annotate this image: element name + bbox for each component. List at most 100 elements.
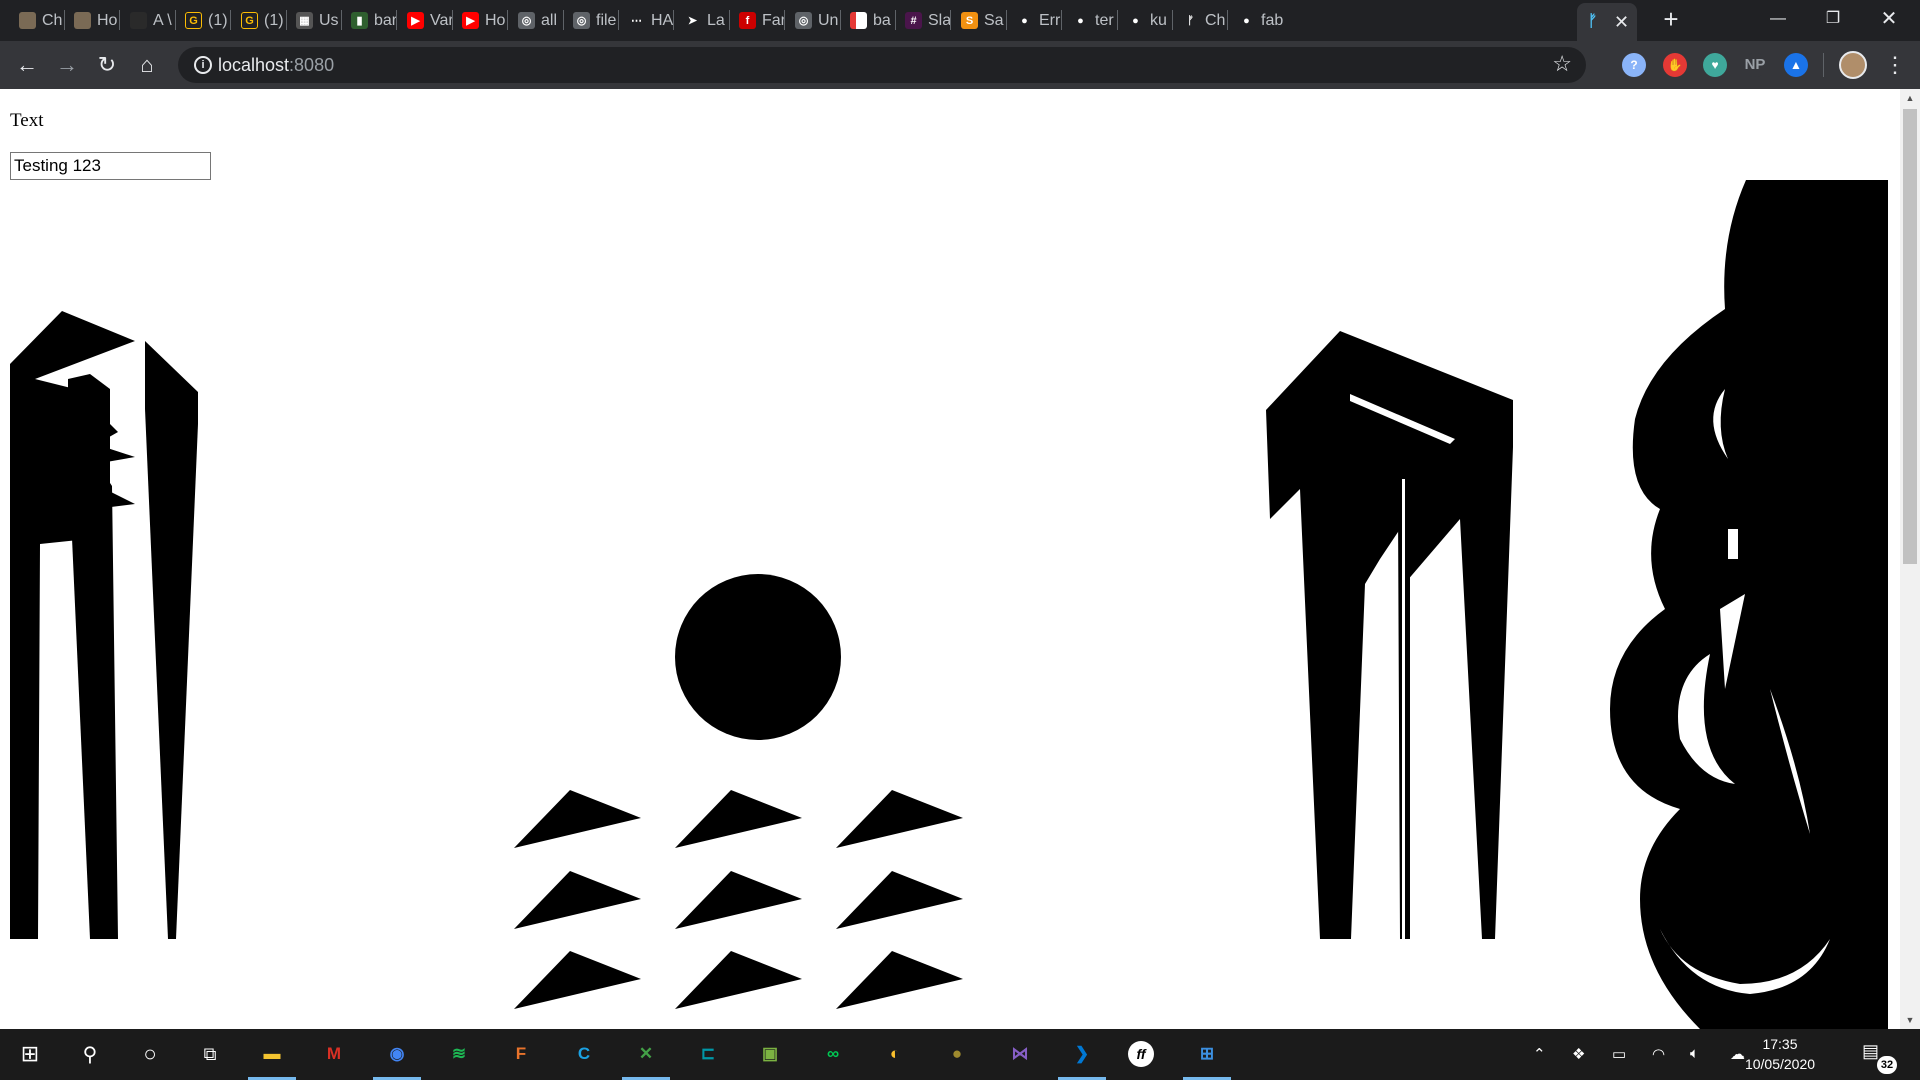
triangle (836, 951, 963, 1009)
tab-title: fab (1261, 11, 1283, 29)
scroll-thumb[interactable] (1903, 109, 1917, 564)
browser-tab[interactable]: G (1) (178, 6, 231, 35)
g-favicon-icon: G (185, 12, 202, 29)
browser-tab[interactable]: ▦ Us (289, 6, 342, 35)
browser-tab[interactable]: ◎ all (511, 6, 564, 35)
scroll-up-arrow-icon[interactable]: ▲ (1900, 89, 1920, 107)
browser-tab[interactable]: Ch (12, 6, 65, 35)
browser-tab[interactable]: ⋯ HA (621, 6, 674, 35)
task-view-icon[interactable]: ⧉ (194, 1038, 226, 1070)
terminal-app-icon[interactable]: ⊏ (692, 1038, 724, 1070)
browser-tab[interactable]: A \ (123, 6, 176, 35)
c-app-icon[interactable]: C (568, 1038, 600, 1070)
photo-app-icon[interactable]: ▣ (754, 1038, 786, 1070)
browser-tab[interactable]: G (1) (234, 6, 287, 35)
tab-title: all (541, 11, 558, 29)
back-button[interactable]: ← (13, 51, 41, 79)
adblock-extension-icon[interactable]: ✋ (1663, 53, 1687, 77)
browser-tab[interactable]: ● Err (1009, 6, 1062, 35)
f-app-icon[interactable]: F (505, 1038, 537, 1070)
chrome-icon[interactable]: ◉ (381, 1038, 413, 1070)
browser-tab[interactable]: ● ku (1120, 6, 1173, 35)
tab-title: (1) (264, 11, 284, 29)
scroll-down-arrow-icon[interactable]: ▼ (1900, 1011, 1920, 1029)
tab-title: file (596, 11, 617, 29)
spotify-icon[interactable]: ≋ (443, 1038, 475, 1070)
close-tab-icon[interactable]: ✕ (1614, 12, 1629, 33)
globe-icon: ◎ (795, 12, 812, 29)
triangle (514, 871, 641, 929)
clock-time: 17:35 (1762, 1036, 1798, 1052)
github-icon: ● (1072, 12, 1089, 29)
menu-icon[interactable]: ⋮ (1884, 53, 1906, 77)
cortana-circle-icon[interactable]: ○ (134, 1038, 166, 1070)
show-hidden-icons-icon[interactable]: ⌃ (1533, 1045, 1546, 1063)
home-button[interactable]: ⌂ (133, 51, 161, 79)
info-icon[interactable]: i (194, 56, 212, 74)
shield-extension-icon[interactable]: ? (1622, 53, 1646, 77)
visual-studio-icon[interactable]: ⋈ (1004, 1038, 1036, 1070)
vertical-scrollbar[interactable]: ▲ ▼ (1900, 89, 1920, 1029)
browser-tab[interactable]: ▶ Ho (455, 6, 508, 35)
tab-separator (230, 10, 231, 30)
heart-extension-icon[interactable]: ♥ (1703, 53, 1727, 77)
gmail-icon[interactable]: M (318, 1038, 350, 1070)
address-bar[interactable]: i localhost:8080 ☆ (178, 47, 1586, 83)
browser-tab[interactable]: ◎ file (566, 6, 619, 35)
vscode-icon[interactable]: ❯ (1066, 1038, 1098, 1070)
s-favicon-icon: S (961, 12, 978, 29)
url-host: localhost (218, 55, 290, 75)
browser-tab[interactable]: ● ter (1065, 6, 1118, 35)
dropbox-icon[interactable]: ❖ (1572, 1045, 1585, 1063)
browser-tab[interactable]: ᚠ Ch (1175, 6, 1228, 35)
close-window-button[interactable]: ✕ (1866, 4, 1912, 34)
globe-icon: ◎ (573, 12, 590, 29)
browser-tab[interactable]: ➤ La (677, 6, 730, 35)
windows-logo-app-icon[interactable]: ⊞ (1191, 1038, 1223, 1070)
tab-separator (840, 10, 841, 30)
url-text[interactable]: localhost:8080 (218, 55, 334, 76)
fabric-favicon-icon: ᚠ (1587, 13, 1598, 30)
reload-button[interactable]: ↻ (93, 51, 121, 79)
ball-app-icon[interactable]: ● (941, 1038, 973, 1070)
clock-date: 10/05/2020 (1744, 1056, 1816, 1072)
minimize-button[interactable]: — (1755, 4, 1801, 34)
browser-tab[interactable]: ba (843, 6, 896, 35)
volume-icon[interactable]: 🔈︎ (1690, 1045, 1699, 1062)
tab-title: Far (762, 11, 784, 29)
bookmark-star-icon[interactable]: ☆ (1552, 51, 1572, 77)
browser-tab[interactable]: ▶ Var (400, 6, 453, 35)
browser-tab[interactable]: f Far (732, 6, 785, 35)
drop-extension-icon[interactable]: ▲ (1784, 53, 1808, 77)
infinity-app-icon[interactable]: ∞ (817, 1038, 849, 1070)
profile-avatar[interactable] (1839, 51, 1867, 79)
github-icon: ● (1016, 12, 1033, 29)
x-app-icon[interactable]: ✕ (630, 1038, 662, 1070)
start-windows-icon[interactable]: ⊞ (14, 1038, 46, 1070)
restore-button[interactable]: ❐ (1810, 4, 1856, 34)
search-icon[interactable]: ⚲ (74, 1038, 106, 1070)
browser-tab[interactable]: # Sla (898, 6, 951, 35)
taskbar-clock[interactable]: 17:35 10/05/2020 (1740, 1034, 1820, 1074)
tab-separator (1117, 10, 1118, 30)
browser-tab[interactable]: S Sa (954, 6, 1007, 35)
ff-app-icon[interactable]: ff (1128, 1041, 1154, 1067)
browser-tab[interactable]: Ho (67, 6, 120, 35)
wifi-icon[interactable]: ◠ (1652, 1045, 1665, 1063)
tab-separator (673, 10, 674, 30)
left-spike-figure (10, 311, 198, 939)
active-browser-tab[interactable]: ᚠ ✕ (1577, 3, 1637, 41)
url-port: :8080 (289, 55, 335, 75)
tab-title: ter (1095, 11, 1114, 29)
browser-tab[interactable]: ● fab (1231, 6, 1284, 35)
white-red-favicon-icon (850, 12, 867, 29)
forward-button[interactable]: → (53, 51, 81, 79)
browser-tab[interactable]: ◎ Un (788, 6, 841, 35)
np-extension-icon[interactable]: NP (1743, 53, 1767, 77)
file-explorer-icon[interactable]: ▬ (256, 1038, 288, 1070)
browser-tab[interactable]: ▮ bar (344, 6, 397, 35)
new-tab-button[interactable]: + (1657, 6, 1685, 34)
bulb-app-icon[interactable]: ◐ (879, 1038, 911, 1070)
black-circle (675, 574, 841, 740)
battery-icon[interactable]: ▭ (1612, 1045, 1626, 1063)
